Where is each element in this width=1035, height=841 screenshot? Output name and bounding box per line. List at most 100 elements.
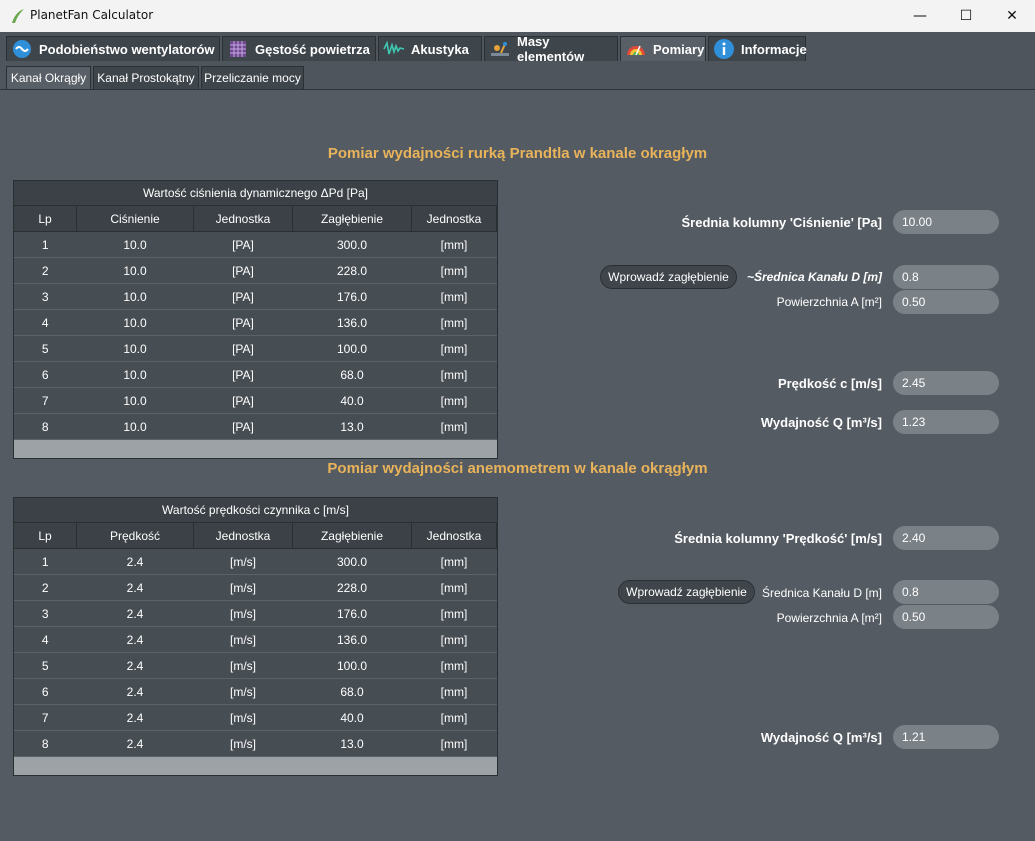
table-row[interactable]: 8 2.4 [m/s] 13.0 [mm] <box>14 730 497 757</box>
tab-rectangular-duct[interactable]: Kanał Prostokątny <box>93 66 199 89</box>
table-cell[interactable]: 1 <box>14 231 77 258</box>
table-row[interactable]: 4 10.0 [PA] 136.0 [mm] <box>14 309 497 336</box>
table-cell[interactable]: [mm] <box>411 231 497 258</box>
table-cell[interactable]: [mm] <box>411 413 497 440</box>
table-cell[interactable]: 10.0 <box>76 309 194 336</box>
table-cell[interactable]: [m/s] <box>193 704 293 731</box>
table-cell[interactable]: [PA] <box>193 309 293 336</box>
table-row[interactable]: 8 10.0 [PA] 13.0 [mm] <box>14 413 497 440</box>
tab-round-duct[interactable]: Kanał Okrągły <box>6 66 91 89</box>
table-row[interactable]: 5 10.0 [PA] 100.0 [mm] <box>14 335 497 362</box>
minimize-button[interactable]: — <box>897 0 943 32</box>
table-cell[interactable]: 2 <box>14 257 77 284</box>
table-cell[interactable]: 2.4 <box>76 730 194 757</box>
table-cell[interactable]: [PA] <box>193 387 293 414</box>
tab-acoustics[interactable]: Akustyka <box>378 36 482 61</box>
table-row[interactable]: 6 2.4 [m/s] 68.0 [mm] <box>14 678 497 705</box>
table-cell[interactable]: [m/s] <box>193 730 293 757</box>
table-cell[interactable]: 7 <box>14 704 77 731</box>
table-cell[interactable]: 13.0 <box>292 413 412 440</box>
column-header[interactable]: Jednostka <box>411 523 497 549</box>
table-cell[interactable]: 10.0 <box>76 231 194 258</box>
tab-fan-similarity[interactable]: Podobieństwo wentylatorów <box>6 36 220 61</box>
table-cell[interactable]: [mm] <box>411 626 497 653</box>
table-row[interactable]: 1 2.4 [m/s] 300.0 [mm] <box>14 548 497 575</box>
table-cell[interactable]: 228.0 <box>292 257 412 284</box>
table-cell[interactable]: [mm] <box>411 387 497 414</box>
table-cell[interactable]: 10.0 <box>76 387 194 414</box>
table-row[interactable]: 4 2.4 [m/s] 136.0 [mm] <box>14 626 497 653</box>
table-cell[interactable]: [m/s] <box>193 548 293 575</box>
table-cell[interactable]: [m/s] <box>193 600 293 627</box>
table-cell[interactable]: 300.0 <box>292 231 412 258</box>
table-cell[interactable]: 136.0 <box>292 309 412 336</box>
table-cell[interactable]: 2.4 <box>76 600 194 627</box>
table-cell[interactable]: [mm] <box>411 678 497 705</box>
table-cell[interactable]: 3 <box>14 600 77 627</box>
table-cell[interactable]: 1 <box>14 548 77 575</box>
table-cell[interactable]: [mm] <box>411 548 497 575</box>
tab-information[interactable]: Informacje <box>708 36 807 61</box>
tab-air-density[interactable]: Gęstość powietrza <box>222 36 376 61</box>
table-row[interactable]: 7 10.0 [PA] 40.0 [mm] <box>14 387 497 414</box>
table-cell[interactable]: 100.0 <box>292 652 412 679</box>
area-field[interactable]: 0.50 <box>893 290 999 314</box>
table-cell[interactable]: 2 <box>14 574 77 601</box>
table-cell[interactable]: [PA] <box>193 413 293 440</box>
flow-rate-field[interactable]: 1.23 <box>893 410 999 434</box>
table-cell[interactable]: [m/s] <box>193 678 293 705</box>
table-row[interactable]: 2 10.0 [PA] 228.0 [mm] <box>14 257 497 284</box>
table-cell[interactable]: 4 <box>14 309 77 336</box>
column-header[interactable]: Jednostka <box>411 206 497 232</box>
table-cell[interactable]: 176.0 <box>292 600 412 627</box>
table-cell[interactable]: 40.0 <box>292 387 412 414</box>
table-row[interactable]: 3 10.0 [PA] 176.0 [mm] <box>14 283 497 310</box>
column-header[interactable]: Prędkość <box>76 523 194 549</box>
table-cell[interactable]: 2.4 <box>76 678 194 705</box>
table-cell[interactable]: 10.0 <box>76 413 194 440</box>
table-cell[interactable]: [PA] <box>193 335 293 362</box>
maximize-button[interactable]: ☐ <box>943 0 989 32</box>
table-cell[interactable]: 6 <box>14 678 77 705</box>
table-cell[interactable]: 6 <box>14 361 77 388</box>
table-cell[interactable]: 2.4 <box>76 652 194 679</box>
table-cell[interactable]: [mm] <box>411 257 497 284</box>
table-cell[interactable]: 8 <box>14 413 77 440</box>
tab-power-conversion[interactable]: Przeliczanie mocy <box>201 66 304 89</box>
duct-diameter-field-2[interactable]: 0.8 <box>893 580 999 604</box>
column-header[interactable]: Zagłębienie <box>292 206 412 232</box>
table-cell[interactable]: [mm] <box>411 309 497 336</box>
area-field-2[interactable]: 0.50 <box>893 605 999 629</box>
table-cell[interactable]: 7 <box>14 387 77 414</box>
table-cell[interactable]: 2.4 <box>76 574 194 601</box>
table-cell[interactable]: 3 <box>14 283 77 310</box>
velocity-field[interactable]: 2.45 <box>893 371 999 395</box>
table-cell[interactable]: 10.0 <box>76 335 194 362</box>
tab-element-masses[interactable]: Masy elementów <box>484 34 618 64</box>
table-cell[interactable]: [mm] <box>411 652 497 679</box>
table-cell[interactable]: [PA] <box>193 231 293 258</box>
table-row[interactable]: 1 10.0 [PA] 300.0 [mm] <box>14 231 497 258</box>
table-cell[interactable]: [PA] <box>193 283 293 310</box>
table-cell[interactable]: 136.0 <box>292 626 412 653</box>
enter-depth-button-2[interactable]: Wprowadź zagłębienie <box>618 580 755 604</box>
close-button[interactable]: ✕ <box>989 0 1035 32</box>
table-cell[interactable]: [mm] <box>411 335 497 362</box>
duct-diameter-field[interactable]: 0.8 <box>893 265 999 289</box>
table-cell[interactable]: 176.0 <box>292 283 412 310</box>
table-row[interactable]: 6 10.0 [PA] 68.0 [mm] <box>14 361 497 388</box>
table-cell[interactable]: [PA] <box>193 257 293 284</box>
table-cell[interactable]: [PA] <box>193 361 293 388</box>
table-cell[interactable]: 10.0 <box>76 257 194 284</box>
table-cell[interactable]: 8 <box>14 730 77 757</box>
table-cell[interactable]: 68.0 <box>292 361 412 388</box>
table-cell[interactable]: [m/s] <box>193 652 293 679</box>
table-cell[interactable]: 2.4 <box>76 548 194 575</box>
table-row[interactable]: 2 2.4 [m/s] 228.0 [mm] <box>14 574 497 601</box>
column-header[interactable]: Ciśnienie <box>76 206 194 232</box>
table-cell[interactable]: 68.0 <box>292 678 412 705</box>
table-cell[interactable]: 13.0 <box>292 730 412 757</box>
column-header[interactable]: Lp <box>14 206 77 232</box>
table-cell[interactable]: [mm] <box>411 283 497 310</box>
table-cell[interactable]: [mm] <box>411 574 497 601</box>
